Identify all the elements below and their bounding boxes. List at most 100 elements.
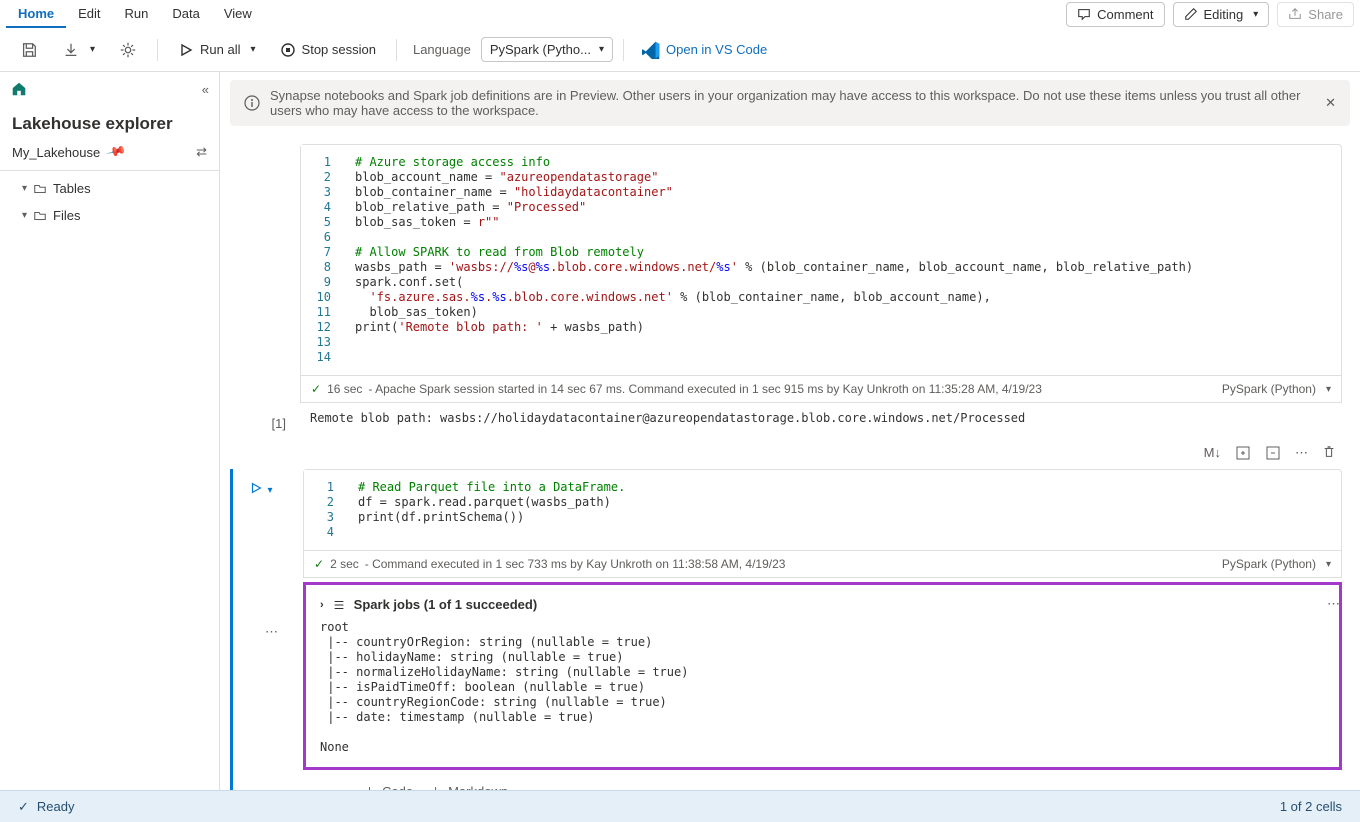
cell-toolbar: M↓ ⋯ — [230, 437, 1342, 469]
info-icon — [244, 95, 260, 111]
menu-tab-data[interactable]: Data — [160, 1, 211, 28]
chevron-down-icon: ▾ — [22, 210, 27, 221]
cell-1: [1] 1234567891011121314 # Azure storage … — [230, 144, 1342, 433]
chevron-right-icon[interactable]: › — [320, 599, 324, 611]
run-all-button[interactable]: Run all ▾ — [168, 36, 266, 64]
cell-counter: 1 of 2 cells — [1280, 799, 1342, 814]
open-vs-code-button[interactable]: Open in VS Code — [634, 41, 775, 59]
toolbar: ▾ Run all ▾ Stop session Language PySpar… — [0, 28, 1360, 72]
sidebar-title: Lakehouse explorer — [0, 106, 219, 138]
markdown-toggle-button[interactable]: M↓ — [1198, 441, 1227, 465]
check-icon: ✓ — [314, 557, 324, 571]
cell-add-above-button[interactable] — [1259, 441, 1287, 465]
kernel-label: PySpark (Python) — [1222, 382, 1316, 396]
kernel-label: PySpark (Python) — [1222, 557, 1316, 571]
chevron-down-icon[interactable]: ▾ — [1326, 559, 1331, 570]
language-value: PySpark (Pytho... — [490, 42, 591, 57]
comment-button[interactable]: Comment — [1066, 2, 1164, 27]
status-ready: Ready — [37, 799, 75, 814]
cell-status: ✓ 2 sec - Command executed in 1 sec 733 … — [303, 551, 1342, 578]
lakehouse-icon — [10, 80, 28, 98]
editing-label: Editing — [1204, 7, 1244, 22]
menu-tab-home[interactable]: Home — [6, 1, 66, 28]
line-numbers: 1234567891011121314 — [301, 145, 341, 375]
status-text: - Command executed in 1 sec 733 ms by Ka… — [365, 557, 786, 571]
tables-label: Tables — [53, 181, 91, 196]
more-button[interactable]: ⋯ — [1289, 441, 1314, 465]
folder-icon — [33, 182, 47, 196]
list-icon — [332, 598, 346, 612]
pin-icon[interactable]: 📌 — [105, 141, 127, 163]
status-check-icon: ✓ — [18, 799, 29, 815]
editing-button[interactable]: Editing ▾ — [1173, 2, 1270, 27]
comment-label: Comment — [1097, 7, 1153, 22]
lakehouse-name: My_Lakehouse — [12, 145, 100, 160]
add-markdown-cell-button[interactable]: ＋Markdown — [429, 782, 508, 790]
chevron-down-icon: ▾ — [599, 44, 604, 55]
delete-cell-button[interactable] — [1316, 441, 1342, 465]
output-collapse-button[interactable]: ⋯ — [265, 624, 280, 640]
files-tree-item[interactable]: ▾ Files — [0, 202, 219, 229]
add-code-cell-button[interactable]: ＋Code — [363, 782, 413, 790]
banner-text: Synapse notebooks and Spark job definiti… — [270, 88, 1315, 118]
swap-icon[interactable]: ⇄ — [196, 144, 207, 160]
tables-tree-item[interactable]: ▾ Tables — [0, 175, 219, 202]
vs-code-label: Open in VS Code — [666, 42, 767, 57]
run-cell-chevron[interactable]: ▾ — [267, 481, 272, 496]
spark-output-panel: › Spark jobs (1 of 1 succeeded) root |--… — [303, 582, 1342, 770]
files-label: Files — [53, 208, 80, 223]
status-time: 2 sec — [330, 557, 359, 571]
settings-button[interactable] — [109, 35, 147, 65]
comment-icon — [1077, 7, 1091, 21]
vscode-icon — [642, 41, 660, 59]
status-bar: ✓ Ready 1 of 2 cells — [0, 790, 1360, 822]
menu-tab-view[interactable]: View — [212, 1, 264, 28]
cell-add-below-button[interactable] — [1229, 441, 1257, 465]
menu-tab-edit[interactable]: Edit — [66, 1, 112, 28]
chevron-down-icon[interactable]: ▾ — [1326, 384, 1331, 395]
menu-bar: Home Edit Run Data View Comment Editing … — [0, 0, 1360, 28]
chevron-down-icon: ▾ — [1253, 9, 1258, 20]
run-all-label: Run all — [200, 42, 240, 57]
folder-icon — [33, 209, 47, 223]
code-text[interactable]: # Azure storage access info blob_account… — [341, 145, 1341, 375]
cell-index: [1] — [272, 416, 286, 431]
share-icon — [1288, 7, 1302, 21]
share-label: Share — [1308, 7, 1343, 22]
cell-output: Remote blob path: wasbs://holidaydatacon… — [300, 403, 1342, 433]
chevron-down-icon: ▾ — [22, 183, 27, 194]
stop-session-button[interactable]: Stop session — [270, 36, 386, 64]
code-editor[interactable]: 1234567891011121314 # Azure storage acce… — [300, 144, 1342, 376]
stop-label: Stop session — [302, 42, 376, 57]
divider — [396, 39, 397, 61]
language-label: Language — [407, 42, 477, 57]
schema-output: root |-- countryOrRegion: string (nullab… — [320, 620, 1325, 755]
download-button[interactable]: ▾ — [52, 35, 105, 65]
status-time: 16 sec — [327, 382, 362, 396]
line-numbers: 1234 — [304, 470, 344, 550]
sidebar: « Lakehouse explorer My_Lakehouse 📌 ⇄ ▾ … — [0, 72, 220, 790]
add-code-label: Code — [382, 784, 413, 790]
language-select[interactable]: PySpark (Pytho... ▾ — [481, 37, 613, 62]
cell-status: ✓ 16 sec - Apache Spark session started … — [300, 376, 1342, 403]
check-icon: ✓ — [311, 382, 321, 396]
menu-tab-run[interactable]: Run — [113, 1, 161, 28]
collapse-sidebar-button[interactable]: « — [202, 82, 209, 97]
spark-jobs-header: Spark jobs (1 of 1 succeeded) — [354, 597, 538, 612]
divider — [623, 39, 624, 61]
lakehouse-item[interactable]: My_Lakehouse 📌 ⇄ — [0, 138, 219, 171]
notebook-content: Synapse notebooks and Spark job definiti… — [220, 72, 1360, 790]
code-text[interactable]: # Read Parquet file into a DataFrame. df… — [344, 470, 1341, 550]
divider — [157, 39, 158, 61]
pencil-icon — [1184, 7, 1198, 21]
save-button[interactable] — [10, 35, 48, 65]
cell-2: ▾ [2] 1234 # Read Parquet file into a Da… — [230, 469, 1342, 790]
add-markdown-label: Markdown — [448, 784, 508, 790]
run-cell-button[interactable] — [249, 481, 263, 496]
share-button[interactable]: Share — [1277, 2, 1354, 27]
code-editor[interactable]: 1234 # Read Parquet file into a DataFram… — [303, 469, 1342, 551]
preview-banner: Synapse notebooks and Spark job definiti… — [230, 80, 1350, 126]
status-text: - Apache Spark session started in 14 sec… — [368, 382, 1041, 396]
output-more-button[interactable]: ⋯ — [1327, 596, 1342, 612]
close-banner-button[interactable]: ✕ — [1325, 95, 1336, 111]
